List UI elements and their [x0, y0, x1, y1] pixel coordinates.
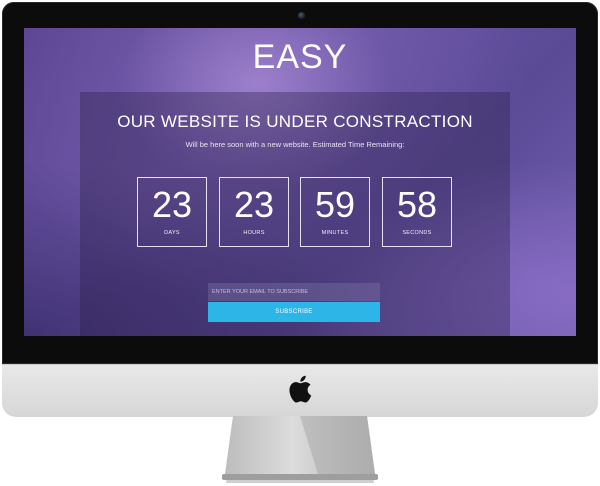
- countdown-hours-value: 23: [233, 184, 275, 225]
- countdown-hours-label: HOURS: [243, 230, 265, 236]
- countdown-timer: 23 DAYS 23 HOURS 59 MINUTES 58 SECONDS: [137, 177, 457, 247]
- countdown-hours: 23 HOURS: [219, 177, 289, 247]
- page-headline: OUR WEBSITE IS UNDER CONSTRACTION: [117, 112, 473, 131]
- camera-icon: [298, 12, 305, 19]
- countdown-minutes-value: 59: [314, 184, 356, 225]
- subscribe-button[interactable]: SUBSCRIBE: [208, 302, 380, 322]
- site-logo: EASY: [252, 38, 348, 76]
- website-screen: EASY OUR WEBSITE IS UNDER CONSTRACTION W…: [24, 28, 576, 336]
- countdown-seconds-label: SECONDS: [402, 230, 432, 236]
- countdown-days: 23 DAYS: [137, 177, 207, 247]
- countdown-panel: OUR WEBSITE IS UNDER CONSTRACTION Will b…: [80, 92, 510, 336]
- countdown-seconds: 58 SECONDS: [382, 177, 452, 247]
- countdown-days-value: 23: [151, 184, 193, 225]
- page-subline: Will be here soon with a new website. Es…: [185, 140, 405, 149]
- apple-icon: [289, 375, 312, 403]
- monitor-stand: [222, 416, 378, 483]
- imac-mockup: EASY OUR WEBSITE IS UNDER CONSTRACTION W…: [0, 0, 600, 486]
- countdown-minutes: 59 MINUTES: [300, 177, 370, 247]
- email-subscribe-input[interactable]: [208, 283, 380, 301]
- countdown-minutes-label: MINUTES: [321, 230, 349, 236]
- countdown-days-label: DAYS: [164, 230, 180, 236]
- countdown-seconds-value: 58: [396, 184, 438, 225]
